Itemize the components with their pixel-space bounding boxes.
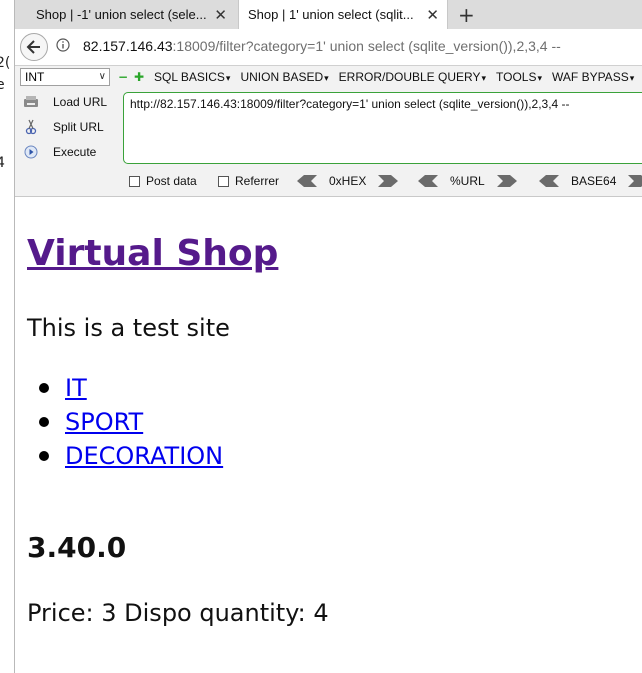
hackbar-panel: INT ∨ − ✚ SQL BASICS UNION BASED ERROR/D… <box>15 66 642 197</box>
referrer-checkbox[interactable] <box>218 175 229 187</box>
tab-2-active[interactable]: Shop | 1' union select (sqlit... ✕ <box>238 0 448 29</box>
edge-text: 4 <box>0 155 5 171</box>
navigation-bar: 82.157.146.43:18009/filter?category=1' u… <box>15 29 642 66</box>
browser-window: Shop | -1' union select (sele... ✕ Shop … <box>15 0 642 673</box>
list-item: IT <box>38 371 223 405</box>
split-url-label: Split URL <box>53 120 104 134</box>
right-arrow-icon[interactable] <box>378 175 399 187</box>
hex-encoder: 0xHEX <box>297 174 399 188</box>
address-bar[interactable]: 82.157.146.43:18009/filter?category=1' u… <box>83 38 561 54</box>
execute-icon <box>23 144 39 160</box>
url-path: :18009/filter?category=1' union select (… <box>172 38 561 54</box>
hex-label: 0xHEX <box>329 174 367 188</box>
base64-encoder: BASE64 <box>539 174 642 188</box>
list-item: SPORT <box>38 405 223 439</box>
category-link-decoration[interactable]: DECORATION <box>65 442 223 470</box>
category-link-it[interactable]: IT <box>65 374 87 402</box>
load-url-button[interactable]: Load URL <box>23 94 107 110</box>
load-url-label: Load URL <box>53 95 108 109</box>
new-tab-icon[interactable]: + <box>458 3 475 27</box>
back-button[interactable] <box>20 33 48 61</box>
url-encode-label: %URL <box>450 174 485 188</box>
tab-bar: Shop | -1' union select (sele... ✕ Shop … <box>15 0 642 29</box>
edge-text: e <box>0 77 5 93</box>
left-arrow-icon[interactable] <box>539 175 559 187</box>
menu-waf-bypass[interactable]: WAF BYPASS <box>552 70 634 84</box>
category-link-sport[interactable]: SPORT <box>65 408 143 436</box>
right-arrow-icon[interactable] <box>628 175 642 187</box>
list-item: DECORATION <box>38 439 223 473</box>
tab-title: Shop | 1' union select (sqlit... <box>248 7 414 22</box>
tagline: This is a test site <box>27 314 230 342</box>
category-list: IT SPORT DECORATION <box>38 371 223 473</box>
price-line: Price: 3 Dispo quantity: 4 <box>27 599 329 627</box>
post-data-label: Post data <box>146 174 197 188</box>
url-host: 82.157.146.43 <box>83 38 173 54</box>
hackbar-menu: SQL BASICS UNION BASED ERROR/DOUBLE QUER… <box>154 70 642 84</box>
edge-text: 2( <box>0 55 11 71</box>
close-icon[interactable]: ✕ <box>214 6 227 24</box>
chevron-down-icon: ∨ <box>98 71 106 82</box>
left-arrow-icon[interactable] <box>297 175 317 187</box>
menu-tools[interactable]: TOOLS <box>496 70 542 84</box>
hackbar-url-textarea[interactable]: http://82.157.146.43:18009/filter?catego… <box>123 92 642 164</box>
left-window-edge: 2( e i 4 <box>0 0 15 673</box>
plus-icon[interactable]: ✚ <box>134 70 144 84</box>
referrer-label: Referrer <box>235 174 280 188</box>
post-data-checkbox[interactable] <box>129 175 140 187</box>
split-url-button[interactable]: Split URL <box>23 119 104 135</box>
tab-title: Shop | -1' union select (sele... <box>36 7 207 22</box>
select-value: INT <box>25 70 45 84</box>
minus-icon[interactable]: − <box>118 70 128 84</box>
execute-label: Execute <box>53 145 97 159</box>
info-icon[interactable] <box>56 38 70 52</box>
injection-type-select[interactable]: INT ∨ <box>20 68 110 86</box>
product-name: 3.40.0 <box>27 531 127 564</box>
back-arrow-icon <box>26 40 40 54</box>
menu-sql-basics[interactable]: SQL BASICS <box>154 70 230 84</box>
load-url-icon <box>23 94 39 110</box>
site-title-link[interactable]: Virtual Shop <box>27 233 278 274</box>
scissors-icon <box>23 119 39 135</box>
execute-button[interactable]: Execute <box>23 144 96 160</box>
close-icon[interactable]: ✕ <box>426 6 439 24</box>
menu-error-double-query[interactable]: ERROR/DOUBLE QUERY <box>339 70 486 84</box>
page-content: Virtual Shop This is a test site IT SPOR… <box>15 197 642 673</box>
left-arrow-icon[interactable] <box>418 175 438 187</box>
url-encoder: %URL <box>418 174 517 188</box>
post-data-option[interactable]: Post data <box>129 174 197 188</box>
menu-union-based[interactable]: UNION BASED <box>240 70 328 84</box>
tab-1[interactable]: Shop | -1' union select (sele... ✕ <box>27 0 235 29</box>
base64-label: BASE64 <box>571 174 617 188</box>
right-arrow-icon[interactable] <box>496 175 517 187</box>
referrer-option[interactable]: Referrer <box>218 174 279 188</box>
